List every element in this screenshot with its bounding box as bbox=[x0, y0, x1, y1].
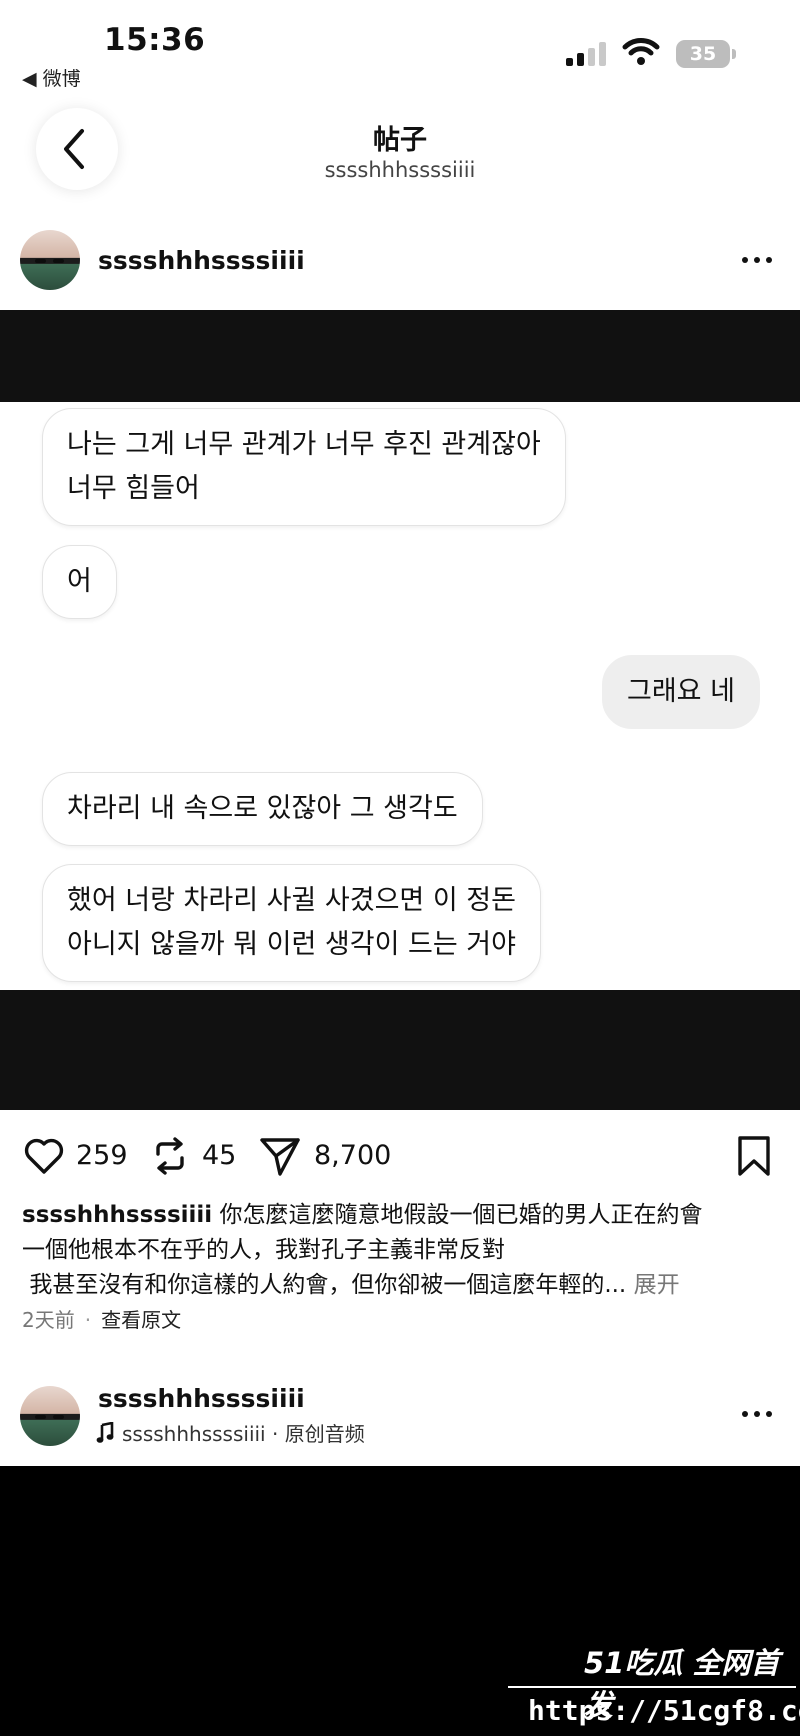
image-bottom-band bbox=[0, 990, 800, 1110]
message-line: 했어 너랑 차라리 사귈 사겼으면 이 정돈 bbox=[67, 885, 516, 916]
like-count: 259 bbox=[76, 1140, 128, 1171]
post-caption: sssshhhssssiiii 你怎麼這麼隨意地假設一個已婚的男人正在約會 一個… bbox=[22, 1198, 782, 1303]
message-line: 나는 그게 너무 관계가 너무 후진 관계잖아 bbox=[67, 429, 541, 460]
expand-link[interactable]: 展开 bbox=[634, 1272, 680, 1298]
audio-info[interactable]: sssshhhssssiiii · 原创音频 bbox=[96, 1418, 365, 1447]
watermark-url: https://51cgf8.com bbox=[528, 1694, 800, 1727]
battery-tip bbox=[732, 49, 736, 59]
battery-icon: 35 bbox=[676, 40, 730, 68]
heart-icon bbox=[24, 1138, 64, 1174]
music-note-icon bbox=[96, 1421, 114, 1443]
back-to-app-link[interactable]: ◀ 微博 bbox=[22, 64, 81, 91]
audio-user: sssshhhssssiiii bbox=[122, 1422, 266, 1446]
bookmark-icon bbox=[738, 1136, 770, 1176]
page-subtitle: sssshhhssssiiii bbox=[324, 158, 476, 182]
like-button[interactable]: 259 bbox=[22, 1134, 132, 1178]
share-button[interactable]: 8,700 bbox=[258, 1134, 398, 1178]
post-meta: 2天前 · 查看原文 bbox=[22, 1304, 181, 1333]
page-title: 帖子 bbox=[373, 125, 427, 156]
message-bubble-incoming: 차라리 내 속으로 있잖아 그 생각도 bbox=[42, 772, 483, 846]
caption-line-3: 我甚至沒有和你這樣的人約會，但你卻被一個這麼年輕的... 展开 bbox=[22, 1268, 782, 1303]
signal-icon bbox=[566, 42, 610, 66]
message-line: 그래요 네 bbox=[627, 676, 735, 707]
message-bubble-incoming: 어 bbox=[42, 545, 117, 619]
more-icon[interactable] bbox=[742, 255, 776, 265]
caption-text-3: 我甚至沒有和你這樣的人約會，但你卻被一個這麼年輕的... bbox=[29, 1272, 627, 1298]
next-post-username[interactable]: sssshhhssssiiii bbox=[98, 1384, 305, 1413]
repost-icon bbox=[156, 1137, 184, 1175]
message-line: 차라리 내 속으로 있잖아 그 생각도 bbox=[67, 793, 458, 824]
audio-label: 原创音频 bbox=[284, 1422, 365, 1446]
view-original-link[interactable]: 查看原文 bbox=[101, 1308, 181, 1332]
message-bubble-incoming: 했어 너랑 차라리 사귈 사겼으면 이 정돈 아니지 않을까 뭐 이런 생각이 … bbox=[42, 864, 541, 982]
status-bar: 15:36 ◀ 微博 35 bbox=[0, 0, 800, 96]
status-time: 15:36 bbox=[104, 22, 206, 58]
share-count: 8,700 bbox=[314, 1140, 392, 1171]
meta-separator: · bbox=[84, 1308, 92, 1332]
caption-text-1: 你怎麼這麼隨意地假設一個已婚的男人正在約會 bbox=[219, 1202, 703, 1228]
wifi-icon bbox=[622, 38, 660, 65]
more-icon[interactable] bbox=[742, 1409, 776, 1419]
audio-separator: · bbox=[271, 1422, 279, 1446]
post-username[interactable]: sssshhhssssiiii bbox=[98, 246, 305, 275]
avatar[interactable] bbox=[20, 1386, 80, 1446]
image-top-band bbox=[0, 310, 800, 402]
avatar[interactable] bbox=[20, 230, 80, 290]
send-icon bbox=[260, 1138, 300, 1176]
message-bubble-incoming: 나는 그게 너무 관계가 너무 후진 관계잖아 너무 힘들어 bbox=[42, 408, 566, 526]
caption-text-2: 一個他根本不在乎的人，我對孔子主義非常反對 bbox=[22, 1237, 505, 1263]
message-line: 어 bbox=[67, 566, 92, 597]
watermark-divider bbox=[508, 1686, 796, 1688]
message-line: 아니지 않을까 뭐 이런 생각이 드는 거야 bbox=[67, 929, 516, 960]
repost-count: 45 bbox=[202, 1140, 237, 1171]
post-time: 2天前 bbox=[22, 1308, 75, 1332]
caption-author[interactable]: sssshhhssssiiii bbox=[22, 1202, 212, 1228]
repost-button[interactable]: 45 bbox=[150, 1134, 240, 1178]
caption-line-1: sssshhhssssiiii 你怎麼這麼隨意地假設一個已婚的男人正在約會 bbox=[22, 1198, 782, 1233]
bookmark-button[interactable] bbox=[736, 1134, 776, 1178]
message-line: 너무 힘들어 bbox=[67, 473, 200, 504]
message-bubble-outgoing: 그래요 네 bbox=[602, 655, 760, 729]
